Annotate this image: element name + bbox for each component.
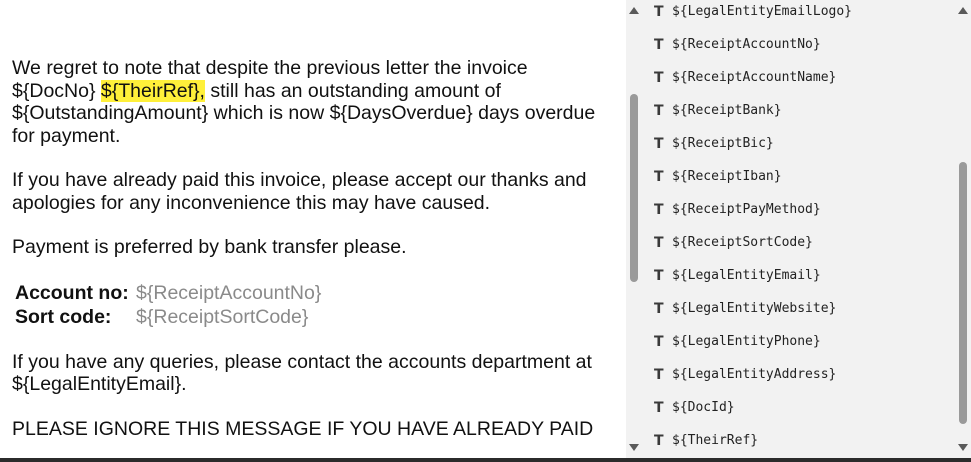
merge-field-label: ${ReceiptAccountName}: [672, 70, 837, 85]
merge-field-label: ${ReceiptAccountNo}: [672, 37, 821, 52]
merge-field-label: ${DocId}: [672, 400, 735, 415]
text-field-icon: T: [654, 69, 664, 86]
merge-field-item[interactable]: T ${LegalEntityAddress}: [654, 358, 944, 391]
scroll-up-arrow-icon[interactable]: [958, 7, 968, 14]
account-label: Account no:: [15, 281, 129, 304]
text-field-icon: T: [654, 300, 664, 317]
paragraph-bank-transfer: Payment is preferred by bank transfer pl…: [12, 236, 407, 258]
text-field-icon: T: [654, 234, 664, 251]
letter-editor[interactable]: We regret to note that despite the previ…: [0, 0, 626, 458]
text-field-icon: T: [654, 3, 664, 20]
merge-field-label: ${TheirRef}: [672, 433, 759, 448]
panel-scrollbar-left[interactable]: [626, 0, 642, 458]
sort-code-label: Sort code:: [15, 305, 112, 328]
paragraph-already-paid: If you have already paid this invoice, p…: [12, 169, 587, 214]
sort-code-row: Sort code: ${ReceiptSortCode}: [15, 305, 616, 329]
letter-body[interactable]: We regret to note that despite the previ…: [12, 57, 616, 440]
merge-field-label: ${LegalEntityEmailLogo}: [672, 4, 853, 19]
paragraph-invoice-overdue: We regret to note that despite the previ…: [12, 57, 616, 147]
merge-field-label: ${LegalEntityPhone}: [672, 334, 821, 349]
merge-field-item[interactable]: T ${LegalEntityEmailLogo}: [654, 0, 944, 28]
bank-details: Account no: ${ReceiptAccountNo} Sort cod…: [15, 281, 616, 329]
merge-field-item[interactable]: T ${ReceiptAccountName}: [654, 61, 944, 94]
merge-field-label: ${LegalEntityWebsite}: [672, 301, 837, 316]
merge-field-item[interactable]: T ${ReceiptBic}: [654, 127, 944, 160]
text-field-icon: T: [654, 399, 664, 416]
merge-field-label: ${LegalEntityAddress}: [672, 367, 837, 382]
scrollbar-thumb[interactable]: [959, 162, 967, 424]
text-field-icon: T: [654, 135, 664, 152]
merge-field-list: T ${LegalEntityEmailLogo} T ${ReceiptAccoun…: [654, 0, 944, 457]
scrollbar-thumb[interactable]: [630, 94, 638, 282]
merge-field-item[interactable]: T ${ReceiptIban}: [654, 160, 944, 193]
scroll-down-arrow-icon[interactable]: [629, 444, 639, 451]
merge-field-panel: T ${LegalEntityEmailLogo} T ${ReceiptAccoun…: [626, 0, 971, 458]
text-field-icon: T: [654, 201, 664, 218]
paragraph-ignore-notice: PLEASE IGNORE THIS MESSAGE IF YOU HAVE A…: [12, 417, 594, 440]
scroll-up-arrow-icon[interactable]: [629, 7, 639, 14]
account-value: ${ReceiptAccountNo}: [136, 281, 322, 304]
merge-field-item[interactable]: T ${ReceiptSortCode}: [654, 226, 944, 259]
scroll-down-arrow-icon[interactable]: [958, 444, 968, 451]
sort-code-value: ${ReceiptSortCode}: [136, 305, 309, 328]
panel-scrollbar-right[interactable]: [955, 0, 971, 458]
bottom-border: [0, 458, 971, 462]
text-field-icon: T: [654, 36, 664, 53]
merge-field-item[interactable]: T ${TheirRef}: [654, 424, 944, 457]
merge-field-label: ${ReceiptIban}: [672, 169, 782, 184]
merge-field-label: ${ReceiptBic}: [672, 136, 774, 151]
paragraph-queries: If you have any queries, please contact …: [12, 350, 592, 396]
merge-field-item[interactable]: T ${LegalEntityEmail}: [654, 259, 944, 292]
text-field-icon: T: [654, 432, 664, 449]
merge-field-item[interactable]: T ${LegalEntityPhone}: [654, 325, 944, 358]
merge-field-label: ${ReceiptSortCode}: [672, 235, 813, 250]
merge-field-label: ${ReceiptBank}: [672, 103, 782, 118]
merge-field-item[interactable]: T ${LegalEntityWebsite}: [654, 292, 944, 325]
text-field-icon: T: [654, 267, 664, 284]
text-field-icon: T: [654, 333, 664, 350]
account-row: Account no: ${ReceiptAccountNo}: [15, 281, 616, 305]
merge-field-item[interactable]: T ${ReceiptBank}: [654, 94, 944, 127]
text-field-icon: T: [654, 102, 664, 119]
merge-field-label: ${ReceiptPayMethod}: [672, 202, 821, 217]
merge-field-label: ${LegalEntityEmail}: [672, 268, 821, 283]
text-field-icon: T: [654, 168, 664, 185]
merge-field-item[interactable]: T ${ReceiptAccountNo}: [654, 28, 944, 61]
merge-field-item[interactable]: T ${DocId}: [654, 391, 944, 424]
merge-field-item[interactable]: T ${ReceiptPayMethod}: [654, 193, 944, 226]
highlighted-their-ref[interactable]: ${TheirRef},: [100, 79, 205, 102]
text-field-icon: T: [654, 366, 664, 383]
